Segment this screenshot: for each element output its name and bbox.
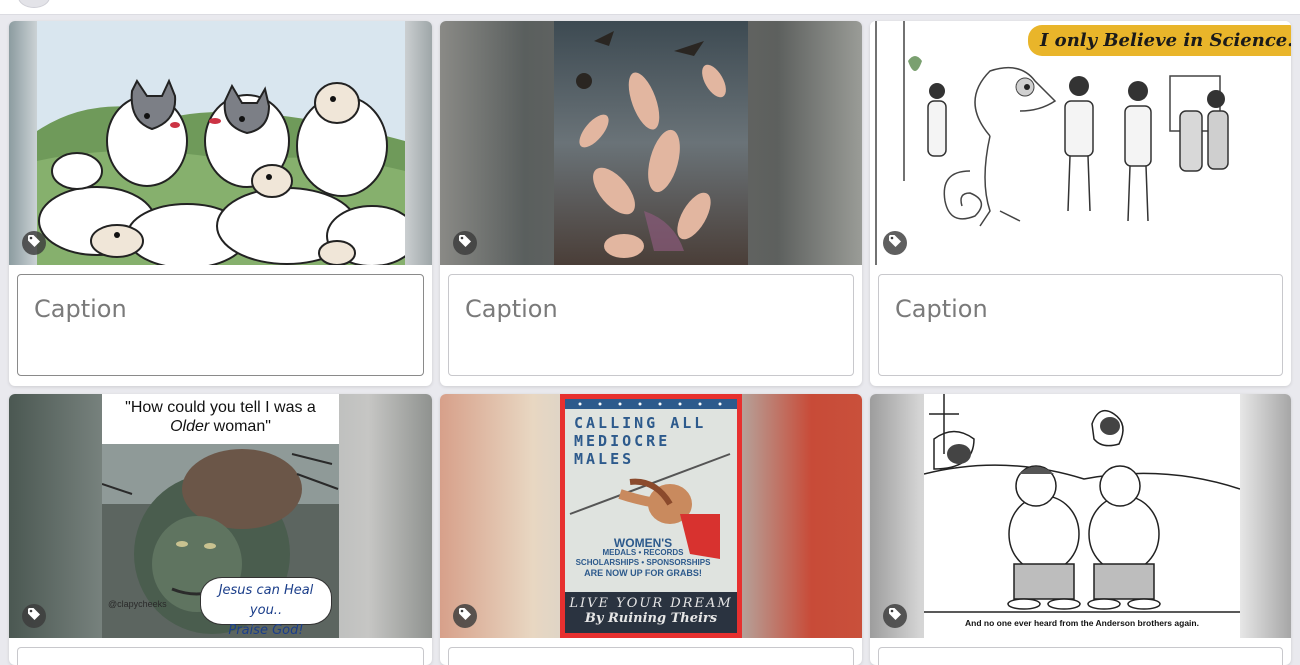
card-image[interactable]: "How could you tell I was a Older woman"… xyxy=(9,394,432,638)
tag-button[interactable] xyxy=(883,604,907,628)
poster-line2: MEDIOCRE xyxy=(574,432,671,450)
poster-headline: CALLING ALL MEDIOCRE MALES xyxy=(574,414,706,468)
card-mediocre-males-poster[interactable]: CALLING ALL MEDIOCRE MALES WOMEN'S MEDAL… xyxy=(440,394,862,665)
tag-button[interactable] xyxy=(883,231,907,255)
meme-title-older: Older xyxy=(170,418,210,435)
bubble-line1: Jesus can Heal you.. xyxy=(218,583,314,618)
poster-ruin: By Ruining Theirs xyxy=(584,611,718,626)
bubble-line2: Praise God! xyxy=(228,623,304,638)
cartoon-bear: And no one ever heard from the Anderson … xyxy=(924,394,1240,638)
tag-icon xyxy=(888,607,902,626)
card-image[interactable]: And no one ever heard from the Anderson … xyxy=(870,394,1291,638)
cartoon-sheep-wolves xyxy=(37,21,405,265)
tag-button[interactable] xyxy=(453,231,477,255)
poster-scholar: SCHOLARSHIPS • SPONSORSHIPS xyxy=(575,558,711,567)
card-older-woman-meme[interactable]: "How could you tell I was a Older woman"… xyxy=(9,394,432,665)
poster-footer: LIVE YOUR DREAM By Ruining Theirs xyxy=(565,596,737,626)
tag-button[interactable] xyxy=(453,604,477,628)
card-sheep-wolves[interactable]: Caption xyxy=(9,21,432,386)
poster-line3: MALES xyxy=(574,450,635,468)
caption-input[interactable]: Caption xyxy=(448,274,854,376)
card-witches-painting[interactable]: Caption xyxy=(440,21,862,386)
poster-image: CALLING ALL MEDIOCRE MALES WOMEN'S MEDAL… xyxy=(560,394,742,638)
caption-input[interactable] xyxy=(878,647,1283,665)
card-image[interactable] xyxy=(440,21,862,265)
tag-icon xyxy=(888,234,902,253)
poster-live: LIVE YOUR DREAM xyxy=(569,596,733,611)
poster-line1: CALLING ALL xyxy=(574,414,707,432)
tag-icon xyxy=(27,607,41,626)
tag-icon xyxy=(27,234,41,253)
caption-input[interactable] xyxy=(17,647,424,665)
tag-button[interactable] xyxy=(22,231,46,255)
card-bear-cartoon[interactable]: And no one ever heard from the Anderson … xyxy=(870,394,1291,665)
poster-grabs: ARE NOW UP FOR GRABS! xyxy=(584,568,702,578)
caption-input[interactable]: Caption xyxy=(878,274,1283,376)
poster-women: WOMEN'S xyxy=(613,536,673,550)
poster-subtext: WOMEN'S MEDALS • RECORDS SCHOLARSHIPS • … xyxy=(568,536,718,578)
painting-witches xyxy=(554,21,748,265)
tag-button[interactable] xyxy=(22,604,46,628)
cartoon-chameleon xyxy=(870,21,1291,265)
card-image[interactable]: I only Believe in Science. xyxy=(870,21,1291,265)
watermark: @clapycheeks xyxy=(108,599,167,609)
poster-medals: MEDALS • RECORDS xyxy=(602,548,684,557)
meme-image: "How could you tell I was a Older woman"… xyxy=(102,394,339,638)
caption-input[interactable] xyxy=(448,647,854,665)
speech-bubble: I only Believe in Science. xyxy=(1028,25,1291,56)
caption-input[interactable]: Caption xyxy=(17,274,424,376)
cartoon-caption: And no one ever heard from the Anderson … xyxy=(965,618,1199,628)
card-chameleon-cartoon[interactable]: I only Believe in Science. Caption xyxy=(870,21,1291,386)
tag-icon xyxy=(458,234,472,253)
meme-title-rest: woman" xyxy=(209,418,271,435)
card-image[interactable]: CALLING ALL MEDIOCRE MALES WOMEN'S MEDAL… xyxy=(440,394,862,638)
meme-title: "How could you tell I was a Older woman" xyxy=(102,398,339,436)
card-image[interactable] xyxy=(9,21,432,265)
avatar[interactable] xyxy=(18,0,50,8)
speech-bubble: Jesus can Heal you.. Praise God! xyxy=(200,577,332,638)
top-bar xyxy=(0,0,1300,15)
meme-title-line1: "How could you tell I was a xyxy=(125,399,316,416)
tag-icon xyxy=(458,607,472,626)
